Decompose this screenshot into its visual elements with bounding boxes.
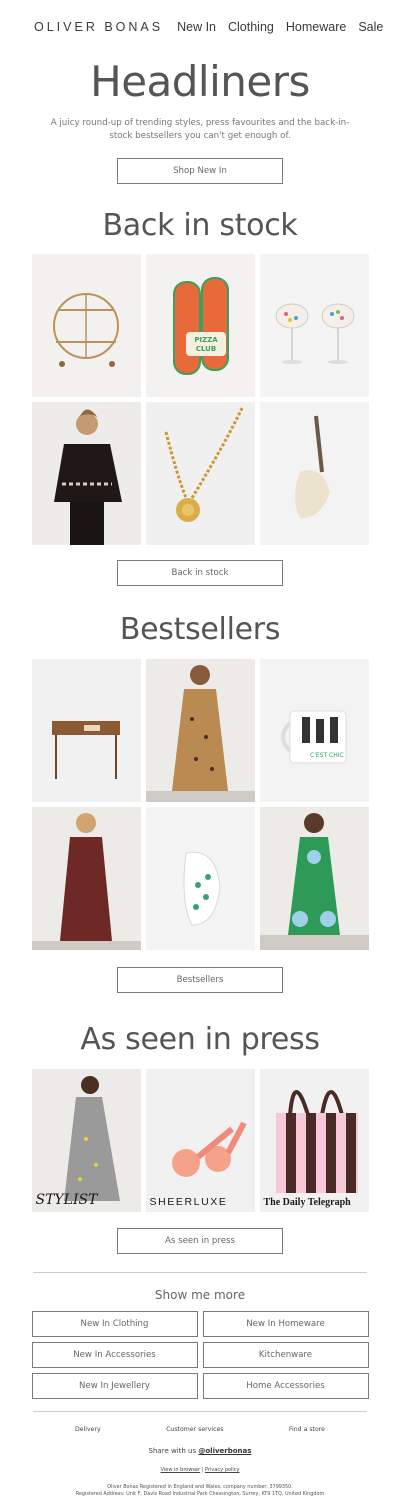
new-in-homeware-button[interactable]: New In Homeware (202, 1311, 369, 1337)
nav-clothing[interactable]: Clothing (228, 20, 274, 34)
footer-delivery-link[interactable]: Delivery (75, 1426, 101, 1433)
press-title: As seen in press (80, 1022, 320, 1057)
legal-links: View in browser | Privacy policy (0, 1467, 400, 1473)
svg-text:PIZZA: PIZZA (194, 336, 218, 344)
sheerluxe-logo: SHEERLUXE (149, 1196, 228, 1208)
legal-line-2: Registered Address: Unit F, Davis Road I… (75, 1491, 325, 1497)
back-in-stock-button[interactable]: Back in stock (117, 560, 283, 586)
svg-text:C'EST CHIC: C'EST CHIC (310, 752, 344, 759)
legal-line-1: Oliver Bonas Registered in England and W… (107, 1484, 293, 1490)
back-in-stock-grid: PIZZA CLUB (31, 254, 369, 545)
hero-intro: A juicy round-up of trending styles, pre… (50, 118, 350, 141)
nav-sale[interactable]: Sale (358, 20, 383, 34)
product-console-table-image[interactable] (31, 659, 141, 802)
share-line: Share with us @oliverbonas (0, 1447, 400, 1455)
footer-links: Delivery Customer services Find a store (75, 1426, 325, 1433)
top-nav: OLIVER BONAS New In Clothing Homeware Sa… (0, 0, 400, 54)
shop-new-in-button[interactable]: Shop New In (117, 158, 283, 184)
nav-homeware[interactable]: Homeware (286, 20, 346, 34)
show-more-title: Show me more (154, 1288, 246, 1302)
footer-find-store-link[interactable]: Find a store (289, 1426, 325, 1433)
product-bar-cart-image[interactable] (31, 254, 141, 397)
nav-new-in[interactable]: New In (177, 20, 216, 34)
product-coupe-glasses-image[interactable] (259, 254, 369, 397)
new-in-accessories-button[interactable]: New In Accessories (31, 1342, 198, 1368)
brand-logo[interactable]: OLIVER BONAS (34, 20, 163, 34)
telegraph-logo: The Daily Telegraph (263, 1197, 351, 1208)
product-embroidered-jacket-image[interactable] (31, 402, 141, 545)
new-in-clothing-button[interactable]: New In Clothing (31, 1311, 198, 1337)
bestsellers-title: Bestsellers (119, 612, 281, 647)
hero-title: Headliners (90, 57, 310, 106)
press-grid: STYLIST SHEERLUXE The Daily Telegraph (31, 1069, 369, 1212)
product-leopard-dress-image[interactable] (145, 659, 255, 802)
press-telegraph-item[interactable]: The Daily Telegraph (259, 1069, 369, 1212)
home-accessories-button[interactable]: Home Accessories (202, 1373, 369, 1399)
press-button[interactable]: As seen in press (117, 1228, 283, 1254)
product-oven-glove-image[interactable]: PIZZA CLUB (145, 254, 255, 397)
back-in-stock-title: Back in stock (102, 208, 298, 243)
product-green-floral-dress-image[interactable] (259, 807, 369, 950)
press-sheerluxe-item[interactable]: SHEERLUXE (145, 1069, 255, 1212)
footer-customer-services-link[interactable]: Customer services (166, 1426, 223, 1433)
stylist-logo: STYLIST (35, 1192, 98, 1208)
share-prefix: Share with us (148, 1447, 199, 1455)
new-in-jewellery-button[interactable]: New In Jewellery (31, 1373, 198, 1399)
bestsellers-button[interactable]: Bestsellers (117, 967, 283, 993)
product-sling-bag-image[interactable] (259, 402, 369, 545)
product-red-print-dress-image[interactable] (31, 807, 141, 950)
legal-text: Oliver Bonas Registered in England and W… (0, 1484, 400, 1498)
svg-text:CLUB: CLUB (195, 345, 215, 353)
product-fish-jug-image[interactable] (145, 807, 255, 950)
product-cats-mug-image[interactable]: C'EST CHIC (259, 659, 369, 802)
divider (33, 1272, 367, 1273)
bestsellers-grid: C'EST CHIC (31, 659, 369, 950)
privacy-policy-link[interactable]: Privacy policy (205, 1467, 239, 1473)
nav-links: New In Clothing Homeware Sale (177, 20, 383, 34)
footer-divider (33, 1411, 367, 1412)
press-stylist-item[interactable]: STYLIST (31, 1069, 141, 1212)
kitchenware-button[interactable]: Kitchenware (202, 1342, 369, 1368)
view-in-browser-link[interactable]: View in browser (161, 1467, 201, 1473)
show-more-grid: New In Clothing New In Homeware New In A… (31, 1311, 369, 1399)
instagram-handle-link[interactable]: @oliverbonas (198, 1447, 251, 1455)
product-pendant-necklace-image[interactable] (145, 402, 255, 545)
